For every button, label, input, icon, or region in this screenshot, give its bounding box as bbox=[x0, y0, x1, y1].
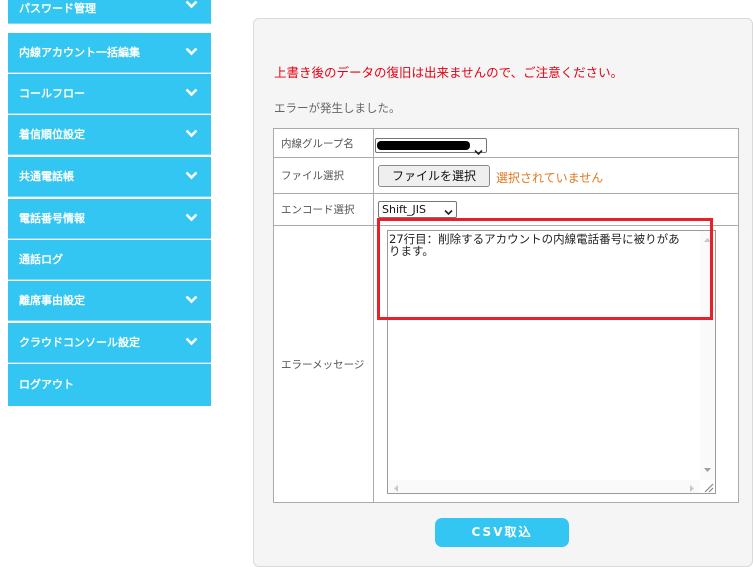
error-label: エラーメッセージ bbox=[274, 226, 374, 502]
sidebar-item-label: 通話ログ bbox=[19, 253, 63, 266]
sidebar-item-extension-bulk-edit[interactable]: 内線アカウント一括編集 bbox=[8, 33, 211, 73]
file-label: ファイル選択 bbox=[274, 158, 374, 193]
sidebar-item-ring-order[interactable]: 着信順位設定 bbox=[8, 115, 211, 155]
chevron-down-icon bbox=[185, 199, 199, 239]
encode-value: Shift_JIS bbox=[382, 203, 426, 216]
csv-import-button[interactable]: CSV取込 bbox=[435, 518, 569, 547]
sidebar: パスワード管理 内線アカウント一括編集 コールフロー 着信順位設定 共通電話帳 … bbox=[8, 0, 211, 406]
sidebar-item-shared-phonebook[interactable]: 共通電話帳 bbox=[8, 157, 211, 197]
sidebar-item-cloud-console[interactable]: クラウドコンソール設定 bbox=[8, 323, 211, 363]
annotation-highlight bbox=[377, 218, 713, 320]
sidebar-item-password[interactable]: パスワード管理 bbox=[8, 0, 211, 24]
sidebar-item-away-reason[interactable]: 離席事由設定 bbox=[8, 281, 211, 321]
resize-grip-icon[interactable] bbox=[702, 481, 714, 493]
group-label: 内線グループ名 bbox=[274, 129, 374, 157]
redacted-value bbox=[377, 141, 470, 150]
sidebar-item-label: 離席事由設定 bbox=[19, 294, 85, 307]
sidebar-item-label: ログアウト bbox=[19, 378, 74, 391]
chevron-down-icon bbox=[185, 33, 199, 73]
choose-file-button[interactable]: ファイルを選択 bbox=[378, 165, 490, 187]
sidebar-item-label: クラウドコンソール設定 bbox=[19, 336, 140, 349]
scroll-left-icon bbox=[394, 485, 398, 492]
scroll-down-icon bbox=[704, 468, 711, 472]
scroll-right-icon bbox=[690, 485, 694, 492]
warning-text: 上書き後のデータの復旧は出来ませんので、ご注意ください。 bbox=[274, 65, 624, 80]
sidebar-item-label: パスワード管理 bbox=[19, 2, 96, 15]
error-status: エラーが発生しました。 bbox=[274, 101, 401, 115]
sidebar-item-label: 内線アカウント一括編集 bbox=[19, 46, 140, 59]
chevron-down-icon bbox=[185, 157, 199, 197]
horizontal-scrollbar[interactable] bbox=[388, 480, 700, 493]
sidebar-item-label: 電話番号情報 bbox=[19, 212, 85, 225]
sidebar-item-call-log[interactable]: 通話ログ bbox=[8, 240, 211, 280]
file-status: 選択されていません bbox=[496, 171, 604, 185]
sidebar-item-phone-number-info[interactable]: 電話番号情報 bbox=[8, 199, 211, 239]
chevron-down-icon bbox=[185, 0, 199, 32]
chevron-down-icon bbox=[185, 323, 199, 363]
chevron-down-icon bbox=[185, 281, 199, 321]
sidebar-item-label: コールフロー bbox=[19, 87, 85, 100]
sidebar-item-call-flow[interactable]: コールフロー bbox=[8, 74, 211, 114]
sidebar-item-label: 着信順位設定 bbox=[19, 128, 85, 141]
sidebar-item-label: 共通電話帳 bbox=[19, 170, 74, 183]
group-select[interactable] bbox=[375, 138, 487, 156]
sidebar-item-logout[interactable]: ログアウト bbox=[8, 364, 211, 406]
chevron-down-icon bbox=[474, 141, 483, 160]
group-row: 内線グループ名 bbox=[274, 129, 738, 158]
chevron-down-icon bbox=[185, 74, 199, 114]
encode-label: エンコード選択 bbox=[274, 194, 374, 225]
encode-select[interactable]: Shift_JIS bbox=[378, 201, 457, 218]
chevron-down-icon bbox=[185, 115, 199, 155]
